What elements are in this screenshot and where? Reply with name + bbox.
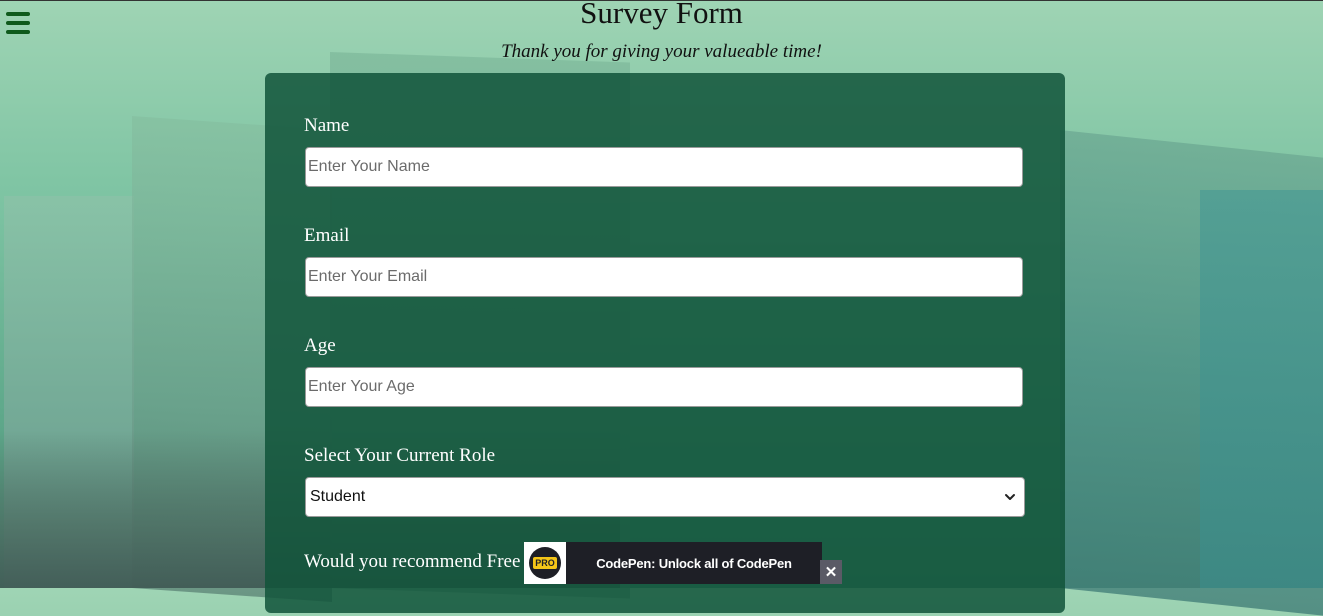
age-input[interactable] <box>305 367 1023 407</box>
survey-form: Name Email Age Select Your Current Role … <box>265 73 1065 613</box>
role-select-value: Student <box>310 488 366 505</box>
codepen-banner-text: CodePen: Unlock all of CodePen <box>596 555 792 571</box>
age-label: Age <box>304 335 336 356</box>
codepen-pro-logo: PRO <box>524 542 566 584</box>
pro-badge-icon: PRO <box>529 547 561 579</box>
email-input[interactable] <box>305 257 1023 297</box>
recommend-label: Would you recommend Free <box>304 551 521 572</box>
close-banner-button[interactable]: ✕ <box>820 560 842 584</box>
role-select[interactable]: Student <box>305 477 1025 517</box>
page-title: Survey Form <box>580 0 743 30</box>
pro-badge-text: PRO <box>533 557 557 569</box>
page-subtitle: Thank you for giving your valueable time… <box>501 41 822 62</box>
name-label: Name <box>304 115 350 136</box>
codepen-banner[interactable]: PRO CodePen: Unlock all of CodePen <box>524 542 822 584</box>
name-input[interactable] <box>305 147 1023 187</box>
chevron-down-icon <box>1005 494 1015 500</box>
close-icon: ✕ <box>824 564 838 581</box>
email-label: Email <box>304 225 350 246</box>
background-panel <box>1200 190 1323 588</box>
role-label: Select Your Current Role <box>304 445 496 466</box>
